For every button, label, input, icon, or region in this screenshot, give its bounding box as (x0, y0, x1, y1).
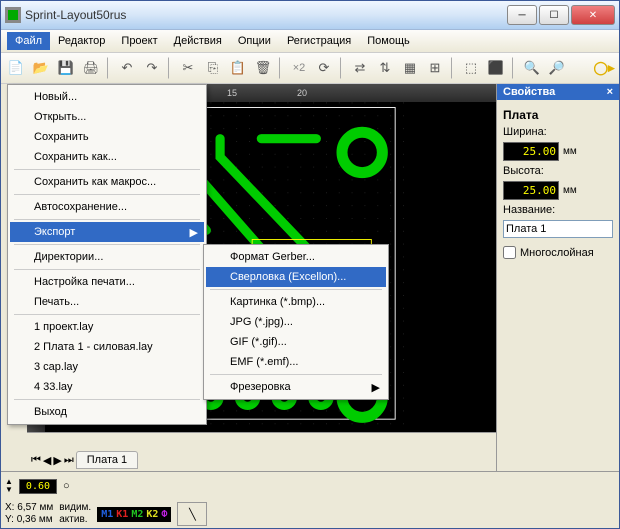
menu-item[interactable]: 2 Плата 1 - силовая.lay (10, 337, 204, 357)
name-input[interactable] (503, 220, 613, 238)
rotate-icon[interactable]: ⟳ (313, 57, 335, 79)
separator (340, 57, 344, 79)
x2-icon[interactable]: ×2 (288, 57, 310, 79)
separator (451, 57, 455, 79)
zoomin-icon[interactable]: 🔍 (521, 57, 543, 79)
menu-item[interactable]: GIF (*.gif)... (206, 332, 386, 352)
delete-icon[interactable]: 🗑 (252, 57, 274, 79)
menu-item[interactable]: Сохранить как... (10, 147, 204, 167)
ungroup-icon[interactable]: ⬛ (485, 57, 507, 79)
menubar: Файл Редактор Проект Действия Опции Реги… (1, 30, 619, 53)
vis-act-labels: видим.актив. (59, 502, 91, 526)
mirror-v-icon[interactable]: ⇅ (374, 57, 396, 79)
menu-item[interactable]: 1 проект.lay (10, 317, 204, 337)
open-icon[interactable]: 📂 (30, 57, 52, 79)
properties-panel: Свойства × Плата Ширина: мм Высота: мм Н… (496, 84, 619, 471)
menu-options[interactable]: Опции (230, 32, 279, 50)
tab-nav-first[interactable]: ⏮ (31, 454, 41, 467)
separator (107, 57, 111, 79)
file-dropdown: Новый...Открыть...СохранитьСохранить как… (7, 84, 207, 425)
separator (512, 57, 516, 79)
menu-item[interactable]: Сохранить (10, 127, 204, 147)
stepper-icon[interactable]: ▲▼ (5, 478, 13, 494)
menu-item[interactable]: Сохранить как макрос... (10, 172, 204, 192)
group-icon[interactable]: ⬚ (460, 57, 482, 79)
multilayer-row[interactable]: Многослойная (503, 246, 613, 259)
menu-item[interactable]: Новый... (10, 87, 204, 107)
separator (168, 57, 172, 79)
print-icon[interactable]: 🖨 (80, 57, 102, 79)
window-title: Sprint-Layout50rus (25, 8, 507, 22)
new-icon[interactable]: 📄 (5, 57, 27, 79)
zoomout-icon[interactable]: 🔎 (546, 57, 568, 79)
menu-item[interactable]: Открыть... (10, 107, 204, 127)
menu-actions[interactable]: Действия (166, 32, 230, 50)
menu-file[interactable]: Файл (7, 32, 50, 50)
layer-indicator[interactable]: М1К1М2К2Ф (97, 507, 171, 522)
board-tabs: ⏮ ◀ ▶ ⏭ Плата 1 (27, 449, 496, 471)
minimize-button[interactable]: ─ (507, 5, 537, 25)
scrollbar-h[interactable] (27, 432, 496, 449)
mirror-h-icon[interactable]: ⇄ (349, 57, 371, 79)
menu-project[interactable]: Проект (113, 32, 165, 50)
menu-item[interactable]: 4 33.lay (10, 377, 204, 397)
menu-item[interactable]: Выход (10, 402, 204, 422)
redo-icon[interactable]: ↷ (141, 57, 163, 79)
menu-item[interactable]: Настройка печати... (10, 272, 204, 292)
menu-item[interactable]: Картинка (*.bmp)... (206, 292, 386, 312)
menu-editor[interactable]: Редактор (50, 32, 113, 50)
menu-item[interactable]: Автосохранение... (10, 197, 204, 217)
close-button[interactable]: ✕ (571, 5, 615, 25)
drill-value[interactable]: 0.60 (19, 479, 57, 494)
menu-item[interactable]: Директории... (10, 247, 204, 267)
height-label: Высота: (503, 165, 613, 177)
name-label: Название: (503, 204, 613, 216)
unit-label: мм (563, 185, 577, 196)
menu-item[interactable]: Экспорт▶ (10, 222, 204, 242)
menu-item[interactable]: JPG (*.jpg)... (206, 312, 386, 332)
board-tab[interactable]: Плата 1 (76, 451, 138, 469)
tool-preview: ╲ (177, 502, 207, 526)
height-input[interactable] (503, 181, 559, 200)
menu-item[interactable]: Фрезеровка▶ (206, 377, 386, 397)
menu-item[interactable]: Печать... (10, 292, 204, 312)
align-icon[interactable]: ▦ (399, 57, 421, 79)
width-label: Ширина: (503, 126, 613, 138)
paste-icon[interactable]: 📋 (227, 57, 249, 79)
save-icon[interactable]: 💾 (55, 57, 77, 79)
undo-icon[interactable]: ↶ (116, 57, 138, 79)
menu-item[interactable]: Сверловка (Excellon)... (206, 267, 386, 287)
coords: X: 6,57 мм Y: 0,36 мм (5, 502, 53, 526)
export-dropdown: Формат Gerber...Сверловка (Excellon)... К… (203, 244, 389, 400)
bulb-icon[interactable]: ◯▸ (593, 57, 615, 79)
multilayer-checkbox[interactable] (503, 246, 516, 259)
tab-nav-last[interactable]: ⏭ (64, 454, 74, 467)
toolbar: 📄 📂 💾 🖨 ↶ ↷ ✂ ⎘ 📋 🗑 ×2 ⟳ ⇄ ⇅ ▦ ⊞ ⬚ ⬛ 🔍 🔎… (1, 53, 619, 84)
statusbar: ▲▼ 0.60 ○ X: 6,57 мм Y: 0,36 мм видим.ак… (1, 471, 619, 528)
tab-nav-next[interactable]: ▶ (53, 454, 61, 467)
titlebar: Sprint-Layout50rus ─ ☐ ✕ (1, 1, 619, 30)
properties-header: Свойства × (497, 84, 619, 100)
menu-help[interactable]: Помощь (359, 32, 418, 50)
menu-registration[interactable]: Регистрация (279, 32, 359, 50)
menu-item[interactable]: Формат Gerber... (206, 247, 386, 267)
properties-close-icon[interactable]: × (607, 86, 613, 98)
multilayer-label: Многослойная (520, 247, 594, 259)
app-icon (5, 7, 21, 23)
app-window: Sprint-Layout50rus ─ ☐ ✕ Файл Редактор П… (0, 0, 620, 529)
board-section-label: Плата (503, 108, 613, 122)
cut-icon[interactable]: ✂ (177, 57, 199, 79)
drill-icon: ○ (63, 480, 70, 492)
unit-label: мм (563, 146, 577, 157)
separator (279, 57, 283, 79)
maximize-button[interactable]: ☐ (539, 5, 569, 25)
tab-nav-prev[interactable]: ◀ (43, 454, 51, 467)
menu-item[interactable]: 3 cap.lay (10, 357, 204, 377)
copy-icon[interactable]: ⎘ (202, 57, 224, 79)
width-input[interactable] (503, 142, 559, 161)
workarea: 5 10 15 20 (1, 84, 619, 471)
menu-item[interactable]: EMF (*.emf)... (206, 352, 386, 372)
properties-title: Свойства (503, 86, 555, 98)
snap-icon[interactable]: ⊞ (424, 57, 446, 79)
